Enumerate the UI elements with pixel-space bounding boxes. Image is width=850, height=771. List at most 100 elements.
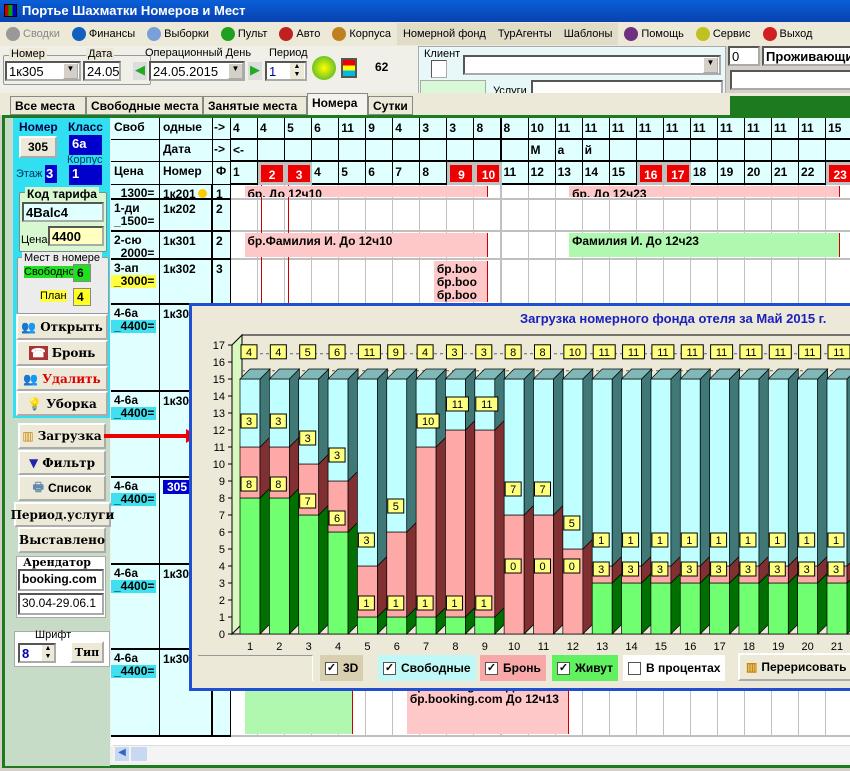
day-cell[interactable] bbox=[501, 200, 530, 232]
price-field[interactable]: 4400 bbox=[48, 226, 104, 246]
legend-4[interactable]: В процентах bbox=[623, 655, 726, 681]
colors-icon[interactable] bbox=[341, 58, 357, 78]
checkbox[interactable]: ✓ bbox=[325, 661, 338, 675]
load-chart-button[interactable]: ▥ Загрузка bbox=[18, 423, 106, 449]
day-header-21[interactable]: 21 bbox=[772, 162, 801, 185]
day-cell[interactable] bbox=[231, 260, 260, 305]
right-field[interactable] bbox=[730, 70, 850, 90]
menu-item-8[interactable]: Шаблоны bbox=[557, 23, 619, 45]
period-services-button[interactable]: Период.услуги bbox=[11, 502, 114, 527]
day-cell[interactable] bbox=[555, 200, 584, 232]
legend-2[interactable]: ✓ Бронь bbox=[480, 655, 546, 681]
day-header-2[interactable]: 2 bbox=[258, 162, 287, 185]
day-cell[interactable] bbox=[447, 200, 476, 232]
billed-button[interactable]: Выставлено bbox=[18, 527, 106, 553]
menu-item-11[interactable]: Выход bbox=[757, 23, 819, 45]
menu-item-4[interactable]: Авто bbox=[273, 23, 326, 45]
room-number[interactable]: 1к202 bbox=[163, 202, 196, 216]
day-cell[interactable] bbox=[663, 260, 692, 305]
day-header-6[interactable]: 6 bbox=[366, 162, 395, 185]
legend-1[interactable]: ✓ Свободные bbox=[378, 655, 476, 681]
day-cell[interactable] bbox=[528, 185, 557, 200]
delete-button[interactable]: 👥 Удалить bbox=[16, 366, 108, 391]
menu-item-0[interactable]: Сводки bbox=[0, 23, 66, 45]
room-number-cell[interactable]: 1к302 bbox=[160, 260, 213, 305]
day-cell[interactable] bbox=[366, 260, 395, 305]
day-cell[interactable] bbox=[717, 260, 746, 305]
day-cell[interactable] bbox=[744, 200, 773, 232]
count-field[interactable]: 0 bbox=[728, 46, 760, 66]
day-header-18[interactable]: 18 bbox=[690, 162, 719, 185]
menu-item-6[interactable]: Номерной фонд bbox=[396, 23, 492, 45]
day-cell[interactable] bbox=[501, 185, 530, 200]
client-select[interactable] bbox=[463, 55, 721, 75]
checkbox[interactable]: ✓ bbox=[485, 661, 498, 675]
day-header-7[interactable]: 7 bbox=[393, 162, 422, 185]
booking-bar[interactable]: бр.boo бр.boo бр.boo bbox=[433, 261, 488, 302]
scroll-left-icon[interactable]: ◀ bbox=[115, 747, 129, 761]
day-cell[interactable] bbox=[799, 200, 828, 232]
booking-bar[interactable]: бр.Фамилия И. До 12ч10 bbox=[244, 233, 488, 257]
day-header-12[interactable]: 12 bbox=[528, 162, 557, 185]
day-cell[interactable] bbox=[339, 260, 368, 305]
room-number[interactable]: 1к302 bbox=[163, 262, 196, 276]
guests-select[interactable]: Проживающие bbox=[762, 46, 850, 66]
day-header-15[interactable]: 15 bbox=[609, 162, 638, 185]
day-cell[interactable] bbox=[528, 232, 557, 260]
day-cell[interactable] bbox=[636, 260, 665, 305]
tab-4[interactable]: Сутки bbox=[368, 96, 413, 115]
chevron-down-icon[interactable]: ▼ bbox=[63, 63, 78, 79]
day-cell[interactable] bbox=[312, 260, 341, 305]
spinner-arrows-icon[interactable]: ▲ ▼ bbox=[290, 63, 304, 79]
day-header-14[interactable]: 14 bbox=[582, 162, 611, 185]
day-header-11[interactable]: 11 bbox=[501, 162, 530, 185]
day-cell[interactable] bbox=[826, 200, 850, 232]
cleaning-button[interactable]: 💡 Уборка bbox=[16, 391, 108, 416]
room-number[interactable]: 1к30 bbox=[163, 652, 189, 666]
day-cell[interactable] bbox=[528, 260, 557, 305]
day-header-22[interactable]: 22 bbox=[799, 162, 828, 185]
room-number[interactable]: 1к201 bbox=[163, 187, 196, 198]
day-cell[interactable] bbox=[285, 200, 314, 232]
menu-item-7[interactable]: ТурАгенты bbox=[491, 23, 558, 45]
book-button[interactable]: ☎ Бронь bbox=[16, 340, 108, 366]
room-number-cell[interactable]: 1к201 bbox=[160, 185, 213, 200]
room-number[interactable]: 1к30 bbox=[163, 567, 189, 581]
day-header-5[interactable]: 5 bbox=[339, 162, 368, 185]
checkbox[interactable] bbox=[628, 661, 641, 675]
room-number[interactable]: 1к30 bbox=[163, 307, 189, 321]
day-cell[interactable] bbox=[609, 260, 638, 305]
tab-3[interactable]: Номера bbox=[307, 93, 368, 115]
date-field[interactable]: 24.05 bbox=[83, 61, 121, 81]
list-button[interactable]: 🖶 Список bbox=[18, 475, 106, 501]
day-cell[interactable] bbox=[826, 260, 850, 305]
booking-bar[interactable]: бр. До 12ч10 bbox=[244, 186, 488, 197]
day-cell[interactable] bbox=[582, 260, 611, 305]
checkbox[interactable]: ✓ bbox=[383, 661, 396, 675]
menu-item-10[interactable]: Сервис bbox=[690, 23, 757, 45]
day-cell[interactable] bbox=[339, 200, 368, 232]
day-header-20[interactable]: 20 bbox=[744, 162, 773, 185]
day-header-4[interactable]: 4 bbox=[312, 162, 341, 185]
day-cell[interactable] bbox=[772, 260, 801, 305]
horizontal-scrollbar[interactable]: ◀ bbox=[113, 745, 850, 762]
day-cell[interactable] bbox=[744, 260, 773, 305]
legend-0[interactable]: ✓ 3D bbox=[320, 655, 364, 681]
day-cell[interactable] bbox=[501, 232, 530, 260]
tenant-period-field[interactable]: 30.04-29.06.1 bbox=[18, 593, 104, 615]
menu-item-3[interactable]: Пульт bbox=[215, 23, 274, 45]
day-cell[interactable] bbox=[772, 200, 801, 232]
day-cell[interactable] bbox=[312, 200, 341, 232]
day-header-1[interactable]: 1 bbox=[231, 162, 260, 185]
day-cell[interactable] bbox=[393, 200, 422, 232]
spinner-arrows-icon[interactable]: ▲ ▼ bbox=[42, 645, 54, 661]
room-number[interactable]: 305 bbox=[163, 480, 192, 494]
day-header-10[interactable]: 10 bbox=[474, 162, 503, 185]
menu-item-1[interactable]: Финансы bbox=[66, 23, 141, 45]
checkbox[interactable]: ✓ bbox=[557, 661, 570, 675]
day-cell[interactable] bbox=[690, 260, 719, 305]
room-number-cell[interactable]: 1к301 bbox=[160, 232, 213, 260]
day-cell[interactable] bbox=[528, 200, 557, 232]
day-cell[interactable] bbox=[582, 200, 611, 232]
legend-3[interactable]: ✓ Живут bbox=[552, 655, 618, 681]
